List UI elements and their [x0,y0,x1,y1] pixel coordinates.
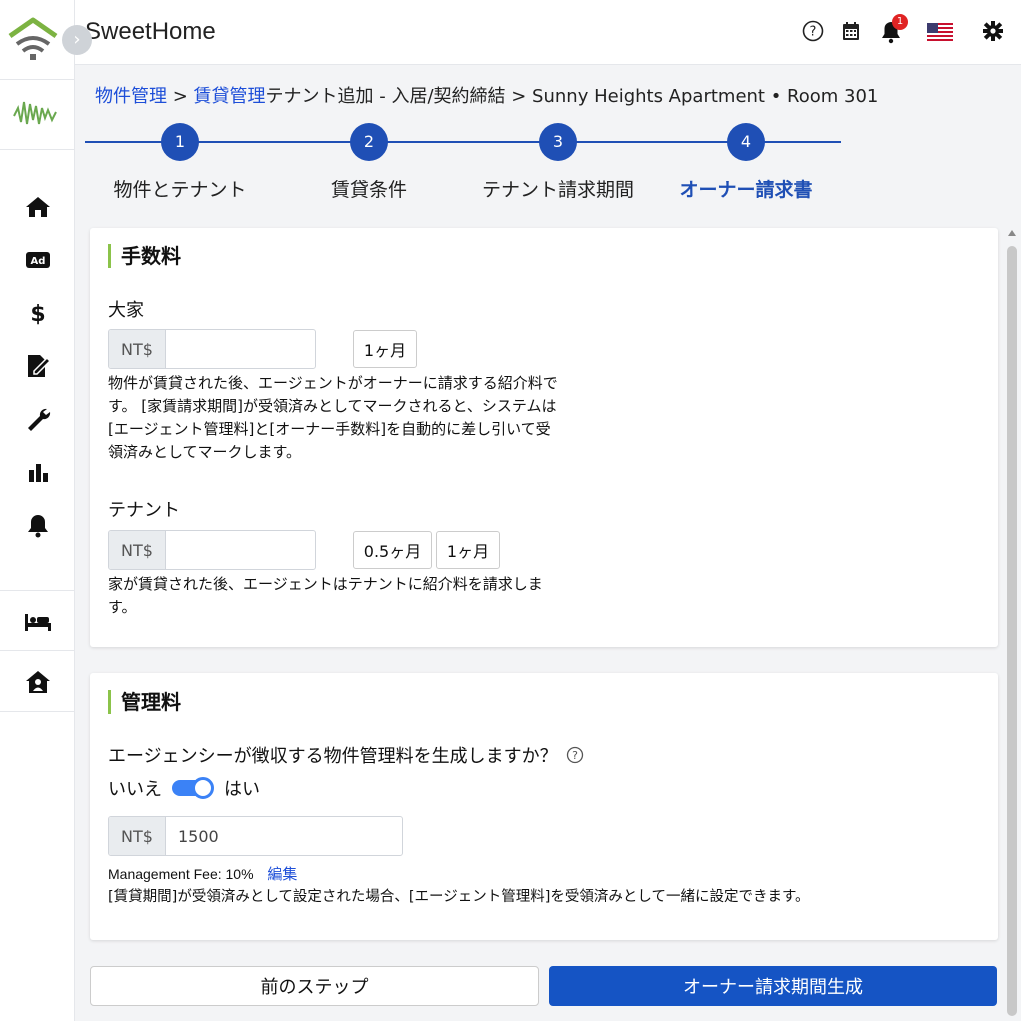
breadcrumb: 物件管理 > 賃貸管理テナント追加 - 入居/契約締結 > Sunny Heig… [95,82,878,108]
previous-step-button[interactable]: 前のステップ [90,966,539,1006]
contract-icon [27,354,51,377]
step-label: テナント請求期間 [481,179,634,201]
step-number: 4 [727,123,765,161]
management-fee-card: 管理料 エージェンシーが徴収する物件管理料を生成しますか？ ? いいえ はい N… [90,673,998,940]
edit-link[interactable]: 編集 [267,866,297,883]
tenant-half-month-button[interactable]: 0.5ヶ月 [353,531,432,569]
help-icon: ? [802,20,824,42]
svg-text:Ad: Ad [30,256,45,267]
step-number: 3 [539,123,577,161]
svg-text:$: $ [30,302,45,326]
management-toggle-row: いいえ はい [108,775,260,801]
svg-text:?: ? [810,25,817,40]
sidebar-item-contracts[interactable] [0,339,75,392]
bell-icon [27,514,48,537]
house-wifi-logo-icon [8,17,58,60]
ad-icon: Ad [25,251,50,268]
notification-badge: 1 [892,14,908,30]
management-question-text: エージェンシーが徴収する物件管理料を生成しますか？ [108,746,558,767]
avatar[interactable] [0,80,74,150]
breadcrumb-link-rental[interactable]: 賃貸管理 [194,86,266,107]
management-fee-input[interactable]: 1500 [166,817,402,855]
breadcrumb-separator: > [167,86,194,107]
step-1[interactable]: 1 物件とテナント [85,123,275,202]
notification-button[interactable]: 1 [880,14,908,44]
management-note: [賃貸期間]が受領済みとして設定された場合、[エージェント管理料]を受領済みとし… [108,889,810,905]
sidebar-item-ads[interactable]: Ad [0,233,75,286]
tenant-1-month-button[interactable]: 1ヶ月 [436,531,500,569]
landlord-description: 物件が賃貸された後、エージェントがオーナーに請求する紹介料です。 [家賃請求期間… [108,374,558,461]
house-user-icon [25,671,50,693]
sidebar-item-rooms[interactable] [0,593,75,651]
breadcrumb-current: テナント追加 - 入居/契約締結 > Sunny Heights Apartme… [265,86,879,107]
us-flag-icon [927,23,953,41]
top-header: SweetHome ? 1 [75,0,1021,65]
language-selector[interactable] [927,23,953,41]
bed-icon [24,614,51,631]
sidebar-item-owners[interactable] [0,653,75,711]
step-label: 賃貸条件 [330,179,407,201]
calendar-icon [843,22,859,40]
sidebar-item-home[interactable] [0,180,75,233]
tenant-description: 家が賃貸された後、エージェントはテナントに紹介料を請求します。 [108,575,543,616]
step-4[interactable]: 4 オーナー請求書 [651,123,841,202]
scroll-thumb[interactable] [1007,246,1017,1016]
management-fee-rate: Management Fee: 10% [108,866,254,882]
chart-icon [28,463,48,482]
step-3[interactable]: 3 テナント請求期間 [463,123,653,202]
avatar-icon [13,101,57,125]
toggle-on-label: はい [224,779,260,800]
landlord-fee-field[interactable]: NT$ [108,329,316,369]
calendar-button[interactable] [841,20,861,42]
landlord-1-month-button[interactable]: 1ヶ月 [353,330,417,368]
wrench-icon [27,408,50,431]
sidebar: Ad $ [0,0,75,1021]
app-title: SweetHome [85,18,216,45]
gear-icon [983,21,1003,41]
svg-text:?: ? [572,749,578,762]
toggle-knob [192,777,214,799]
sidebar-item-maintenance[interactable] [0,392,75,445]
management-fee-rate-row: Management Fee: 10% 編集 [108,863,297,884]
toggle-off-label: いいえ [108,779,162,800]
step-label: オーナー請求書 [679,179,813,201]
step-number: 2 [350,123,388,161]
generate-owner-billing-button[interactable]: オーナー請求期間生成 [549,966,997,1006]
management-fee-field[interactable]: NT$ 1500 [108,816,403,856]
tenant-fee-input[interactable] [166,531,315,569]
sidebar-collapse-button[interactable]: › [62,25,92,55]
breadcrumb-link-property[interactable]: 物件管理 [95,86,167,107]
sidebar-item-reports[interactable] [0,445,75,498]
section-title: 手数料 [108,244,181,268]
home-icon [25,196,50,217]
tenant-fee-field[interactable]: NT$ [108,530,316,570]
landlord-label: 大家 [108,300,144,321]
commission-card: 手数料 大家 NT$ 1ヶ月 物件が賃貸された後、エージェントがオーナーに請求す… [90,228,998,647]
settings-button[interactable] [982,20,1004,42]
help-icon[interactable]: ? [566,746,584,764]
sidebar-item-finance[interactable]: $ [0,286,75,339]
management-fee-toggle[interactable] [172,777,214,799]
scroll-up-icon[interactable] [1008,230,1016,236]
step-label: 物件とテナント [113,179,247,201]
currency-prefix: NT$ [109,330,166,368]
scrollbar[interactable] [1006,230,1018,1016]
section-title: 管理料 [108,690,181,714]
currency-prefix: NT$ [109,531,166,569]
tenant-label: テナント [108,500,180,521]
step-2[interactable]: 2 賃貸条件 [274,123,464,202]
help-button[interactable]: ? [802,20,824,42]
stepper: 1 物件とテナント 2 賃貸条件 3 テナント請求期間 4 オーナー請求書 [85,120,845,210]
landlord-fee-input[interactable] [166,330,315,368]
step-number: 1 [161,123,199,161]
sidebar-item-notifications[interactable] [0,498,75,551]
currency-prefix: NT$ [109,817,166,855]
dollar-icon: $ [30,302,45,326]
management-question: エージェンシーが徴収する物件管理料を生成しますか？ ? [108,742,584,768]
